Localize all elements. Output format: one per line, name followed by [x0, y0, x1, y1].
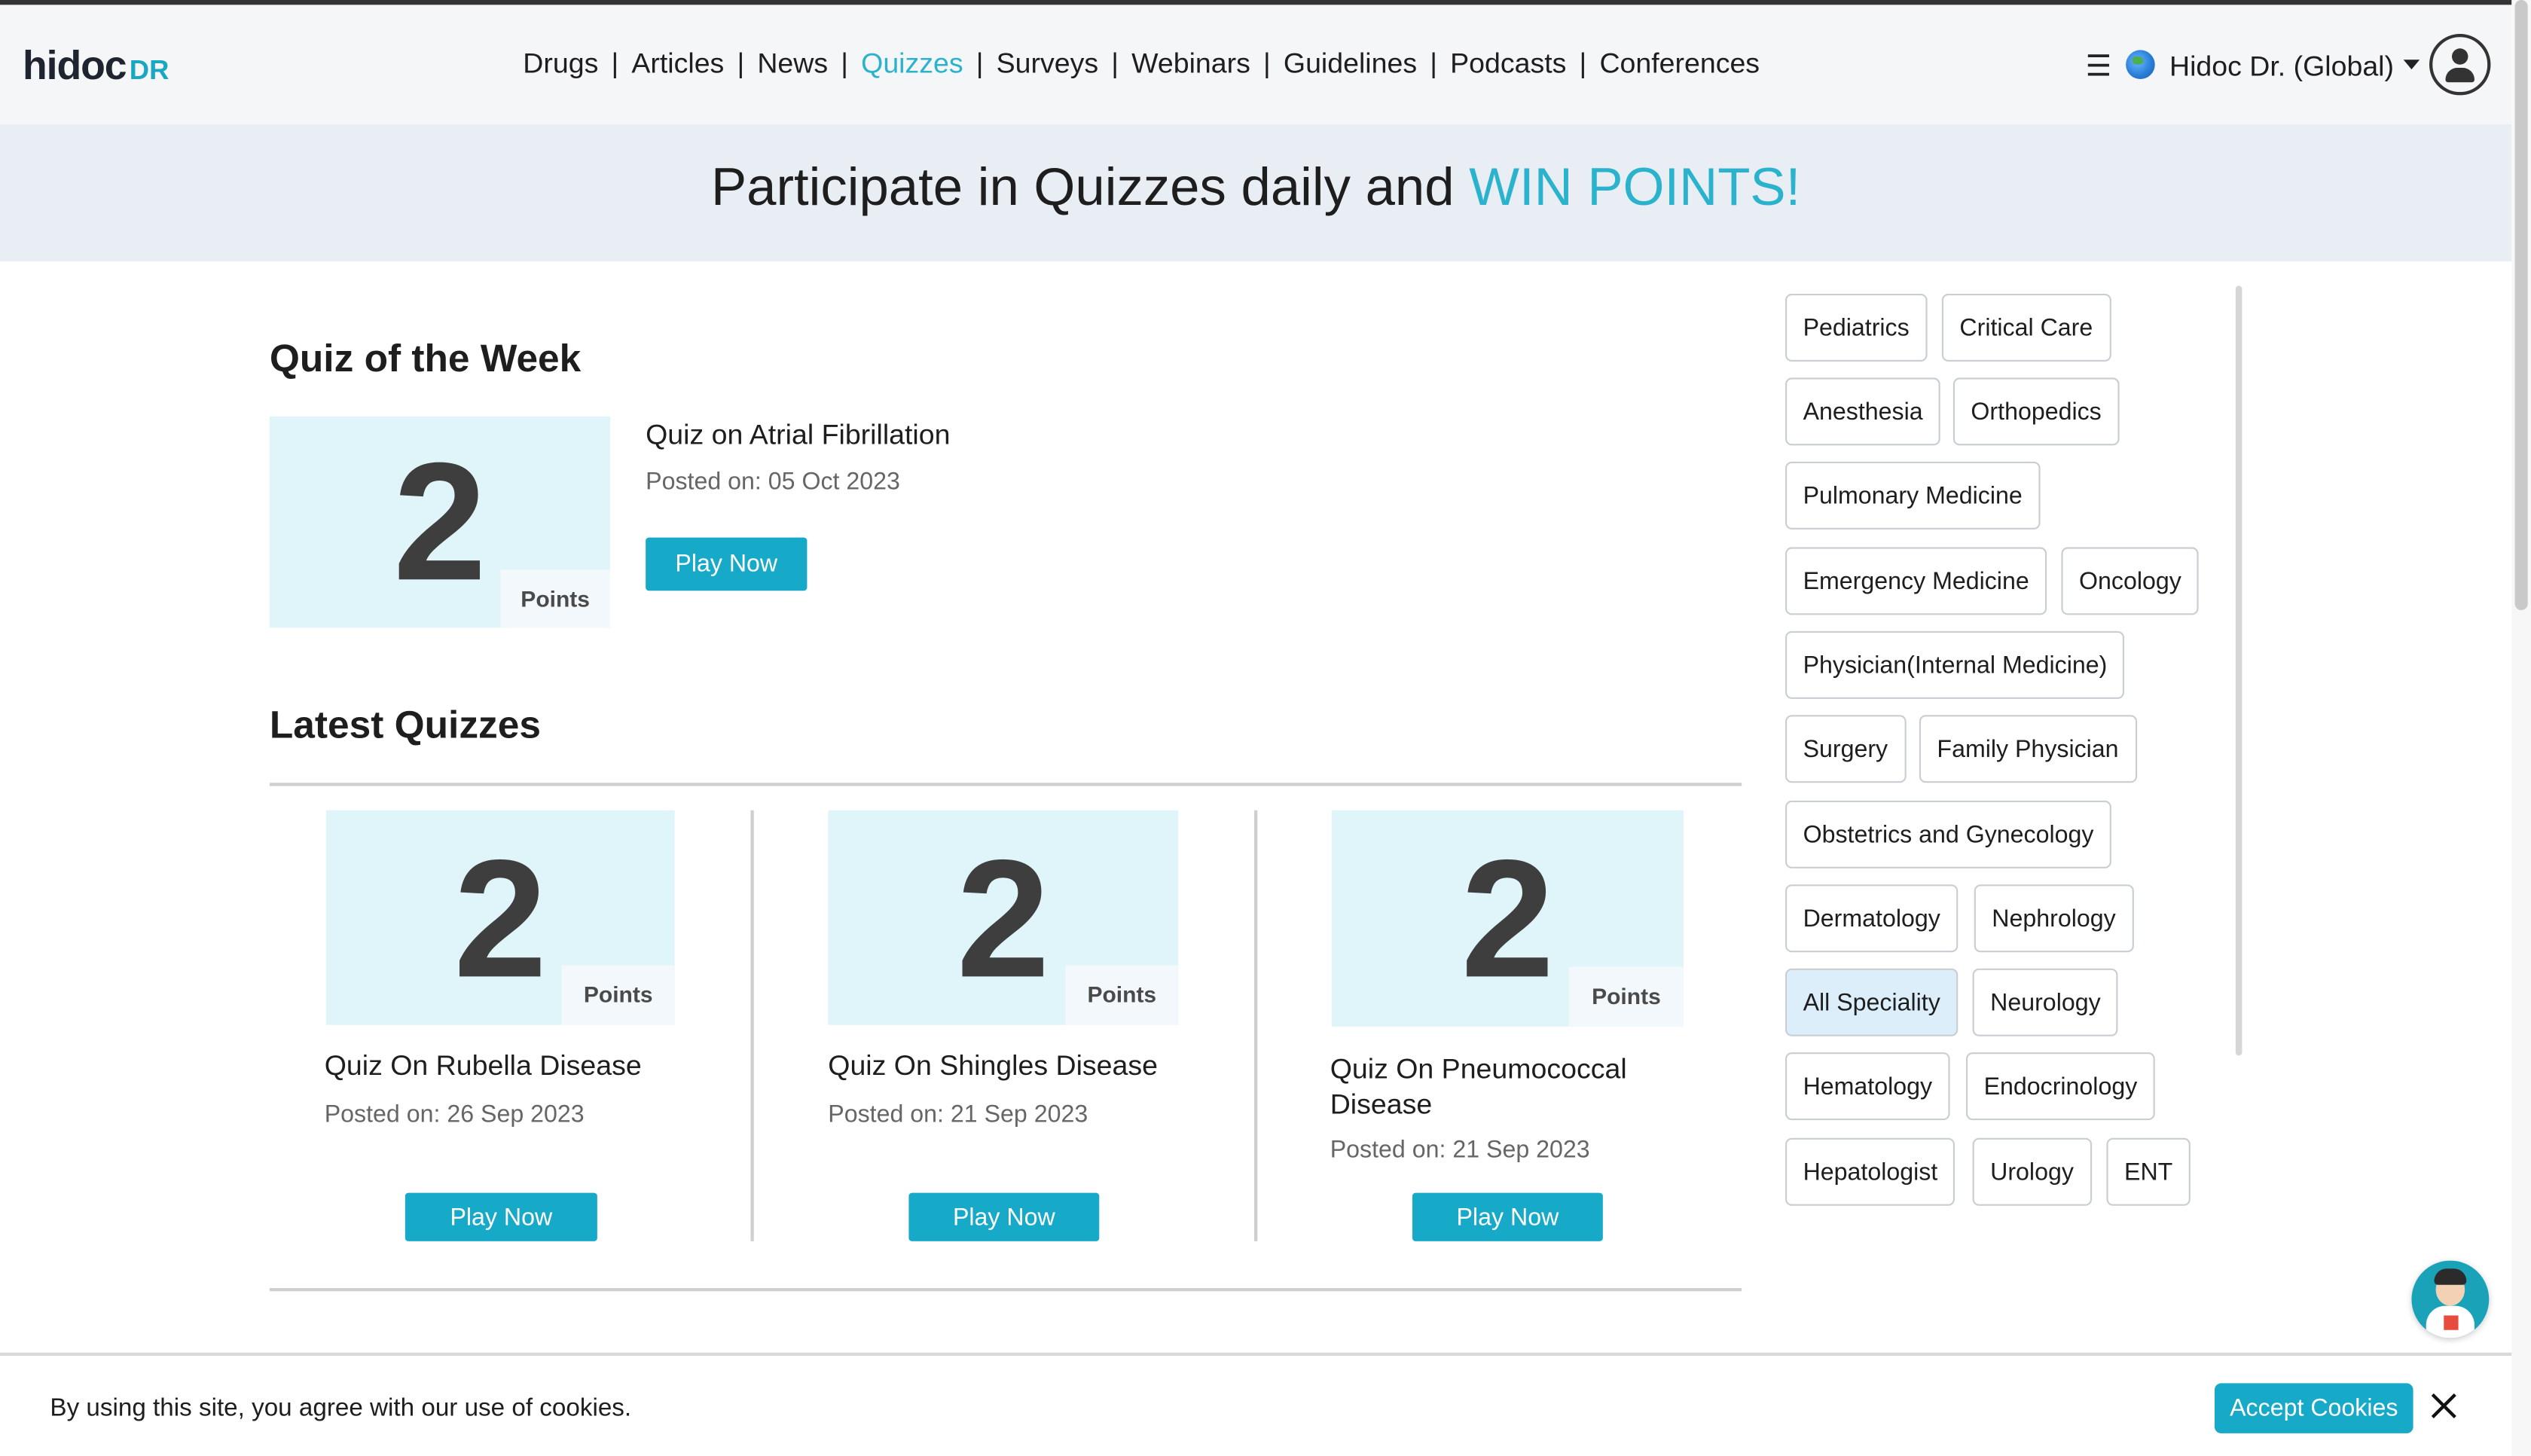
- banner-headline: Participate in Quizzes daily and WIN POI…: [0, 157, 2511, 218]
- tag-oncology[interactable]: Oncology: [2061, 547, 2200, 615]
- column-divider: [750, 810, 754, 1241]
- logo-suffix: DR: [129, 54, 169, 86]
- nav-separator: |: [1430, 47, 1438, 79]
- quiz-card-points[interactable]: 2 Points: [828, 810, 1179, 1025]
- tag-obstetrics-gynecology[interactable]: Obstetrics and Gynecology: [1785, 800, 2112, 868]
- avatar-head-shape: [2452, 48, 2468, 65]
- nav-podcasts[interactable]: Podcasts: [1450, 47, 1566, 79]
- logo-main: hidoc: [23, 43, 127, 89]
- tag-list-scrollbar[interactable]: [2235, 285, 2242, 1056]
- bot-hair-shape: [2434, 1268, 2467, 1285]
- close-icon[interactable]: [2429, 1391, 2459, 1421]
- nav-separator: |: [841, 47, 849, 79]
- column-divider: [1254, 810, 1258, 1241]
- quiz-card-title[interactable]: Quiz On Shingles Disease: [828, 1049, 1215, 1083]
- quiz-card-play-button[interactable]: Play Now: [908, 1192, 1100, 1241]
- doctor-chatbot-icon[interactable]: [2411, 1260, 2490, 1338]
- points-label: Points: [1568, 966, 1684, 1027]
- quiz-of-week-title[interactable]: Quiz on Atrial Fibrillation: [646, 418, 950, 452]
- tag-nephrology[interactable]: Nephrology: [1974, 884, 2134, 953]
- accept-cookies-button[interactable]: Accept Cookies: [2215, 1383, 2413, 1433]
- promo-banner: Participate in Quizzes daily and WIN POI…: [0, 124, 2512, 262]
- quiz-card-play-button[interactable]: Play Now: [1412, 1192, 1603, 1241]
- quiz-card-play-button[interactable]: Play Now: [405, 1192, 597, 1241]
- tag-orthopedics[interactable]: Orthopedics: [1952, 377, 2120, 446]
- region-dropdown[interactable]: Hidoc Dr. (Global): [2169, 50, 2420, 84]
- tag-neurology[interactable]: Neurology: [1972, 968, 2119, 1036]
- tag-dermatology[interactable]: Dermatology: [1785, 884, 1959, 953]
- page-scrollbar[interactable]: [2511, 0, 2531, 1456]
- nav-separator: |: [1111, 47, 1119, 79]
- tag-all-speciality[interactable]: All Speciality: [1785, 968, 1959, 1036]
- nav-separator: |: [611, 47, 619, 79]
- quiz-of-week-heading: Quiz of the Week: [269, 337, 582, 381]
- nav-surveys[interactable]: Surveys: [997, 47, 1098, 79]
- quiz-card-date: Posted on: 21 Sep 2023: [828, 1100, 1088, 1128]
- user-avatar-icon[interactable]: [2429, 34, 2491, 96]
- banner-text: Participate in Quizzes daily and: [710, 156, 1455, 217]
- header: hidoc DR Drugs | Articles | News | Quizzes | Surv…: [0, 5, 2512, 124]
- quiz-card-date: Posted on: 26 Sep 2023: [324, 1100, 585, 1128]
- tag-hepatologist[interactable]: Hepatologist: [1785, 1137, 1955, 1206]
- scrollbar-thumb[interactable]: [2514, 0, 2528, 610]
- quiz-card-date: Posted on: 21 Sep 2023: [1330, 1136, 1590, 1164]
- tag-family-physician[interactable]: Family Physician: [1919, 715, 2137, 783]
- quiz-of-week-points-card[interactable]: 2 Points: [269, 416, 610, 628]
- cookie-banner: By using this site, you agree with our u…: [0, 1352, 2512, 1456]
- region-label: Hidoc Dr. (Global): [2169, 50, 2395, 83]
- nav-quizzes[interactable]: Quizzes: [861, 47, 963, 79]
- points-label: Points: [561, 965, 675, 1025]
- quiz-of-week-play-button[interactable]: Play Now: [646, 537, 808, 591]
- globe-icon: [2126, 50, 2155, 79]
- tag-ent[interactable]: ENT: [2106, 1137, 2191, 1206]
- main-nav: Drugs | Articles | News | Quizzes | Surveys | Webi…: [523, 47, 1760, 81]
- nav-separator: |: [737, 47, 745, 79]
- points-label: Points: [500, 569, 610, 628]
- section-divider: [269, 1288, 1742, 1292]
- quiz-card-points[interactable]: 2 Points: [1331, 810, 1684, 1027]
- banner-accent: WIN POINTS!: [1469, 156, 1801, 217]
- tag-hematology[interactable]: Hematology: [1785, 1052, 1950, 1121]
- nav-conferences[interactable]: Conferences: [1599, 47, 1760, 79]
- nav-separator: |: [1579, 47, 1587, 79]
- hamburger-menu-icon[interactable]: ☰: [2086, 50, 2112, 84]
- cookie-message: By using this site, you agree with our u…: [50, 1394, 632, 1422]
- quiz-card-title[interactable]: Quiz On Pneumococcal Disease: [1330, 1051, 1678, 1122]
- tag-urology[interactable]: Urology: [1972, 1137, 2092, 1206]
- nav-separator: |: [1263, 47, 1271, 79]
- nav-webinars[interactable]: Webinars: [1131, 47, 1250, 79]
- tag-internal-medicine[interactable]: Physician(Internal Medicine): [1785, 630, 2125, 699]
- tag-pediatrics[interactable]: Pediatrics: [1785, 294, 1928, 362]
- nav-drugs[interactable]: Drugs: [523, 47, 598, 79]
- points-label: Points: [1065, 965, 1179, 1025]
- bot-cross-shape: [2444, 1315, 2459, 1330]
- logo[interactable]: hidoc DR: [23, 44, 169, 90]
- caret-down-icon: [2403, 60, 2420, 70]
- tag-pulmonary-medicine[interactable]: Pulmonary Medicine: [1785, 461, 2041, 530]
- nav-separator: |: [975, 47, 984, 79]
- nav-articles[interactable]: Articles: [631, 47, 724, 79]
- tag-anesthesia[interactable]: Anesthesia: [1785, 377, 1941, 446]
- tag-emergency-medicine[interactable]: Emergency Medicine: [1785, 547, 2047, 615]
- quiz-card-title[interactable]: Quiz On Rubella Disease: [325, 1049, 712, 1083]
- tag-endocrinology[interactable]: Endocrinology: [1966, 1052, 2155, 1121]
- quiz-of-week-date: Posted on: 05 Oct 2023: [646, 468, 900, 496]
- nav-guidelines[interactable]: Guidelines: [1284, 47, 1417, 79]
- section-divider: [269, 783, 1742, 786]
- tag-surgery[interactable]: Surgery: [1785, 715, 1906, 783]
- avatar-body-shape: [2445, 68, 2475, 83]
- quiz-card-points[interactable]: 2 Points: [325, 810, 675, 1025]
- tag-critical-care[interactable]: Critical Care: [1941, 294, 2111, 362]
- latest-quizzes-heading: Latest Quizzes: [269, 704, 541, 748]
- page: hidoc DR Drugs | Articles | News | Quizzes | Surv…: [0, 0, 2531, 1456]
- nav-news[interactable]: News: [757, 47, 828, 79]
